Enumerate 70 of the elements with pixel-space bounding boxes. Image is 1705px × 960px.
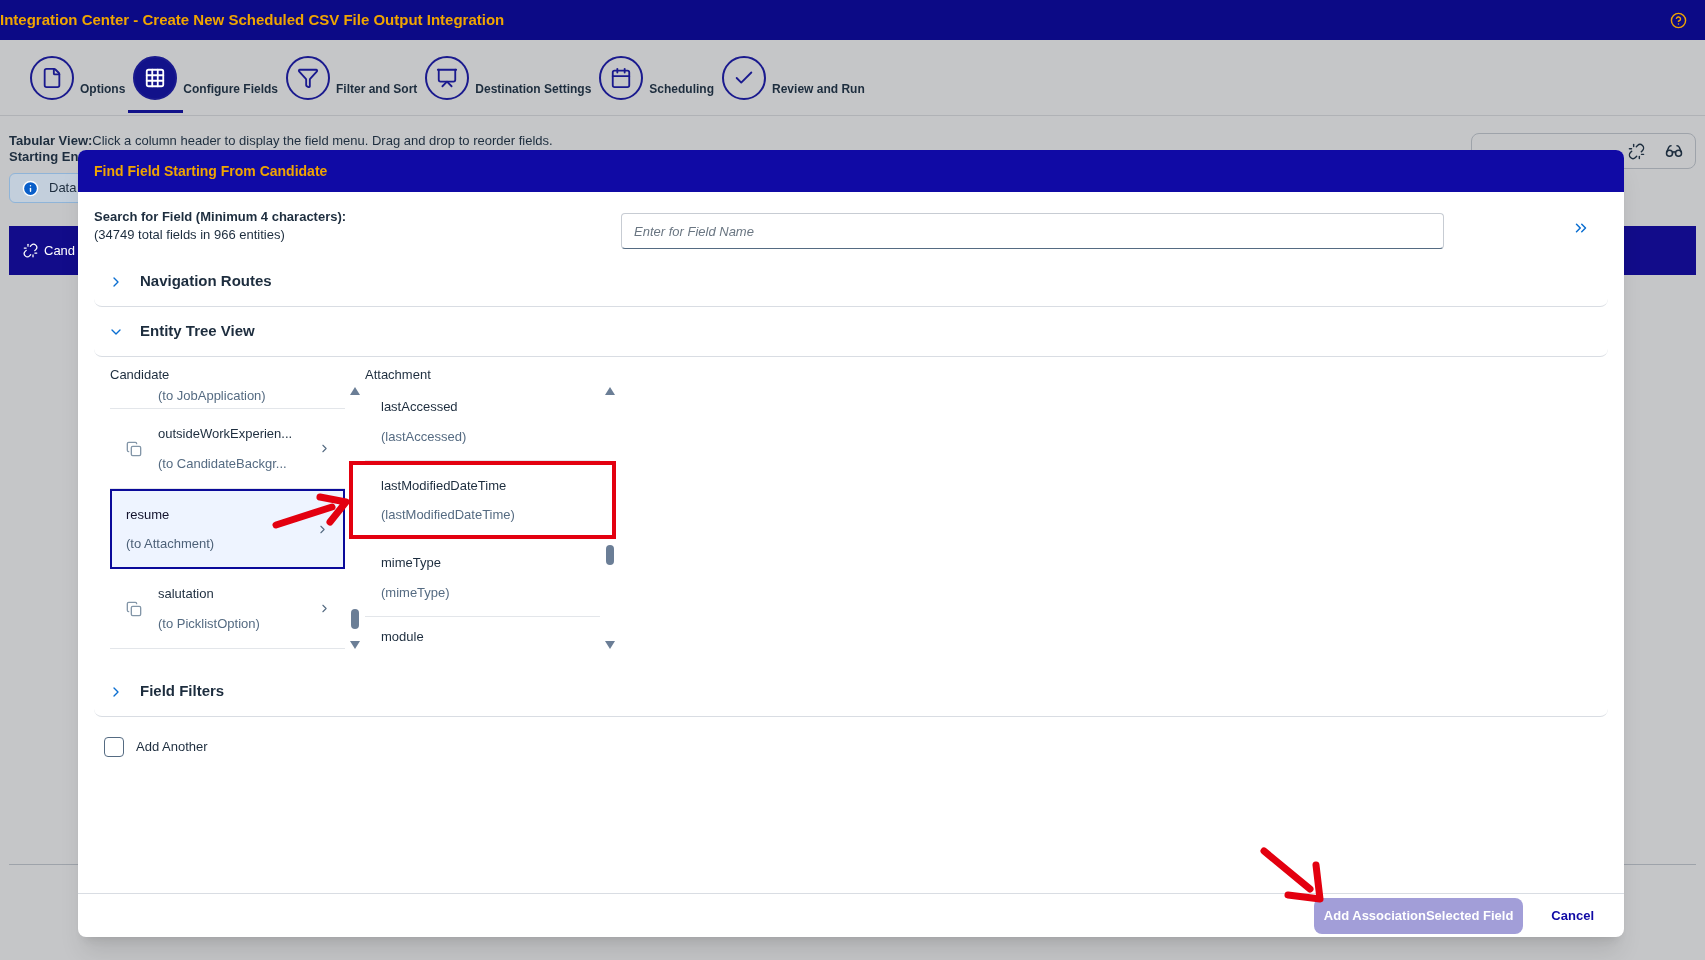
starting-entity-label: Starting En <box>9 149 80 165</box>
active-step-underline <box>127 109 183 113</box>
calendar-icon <box>610 66 633 89</box>
scroll-up-icon[interactable] <box>605 387 615 395</box>
field-id: (mimeType) <box>381 583 451 602</box>
glasses-icon[interactable] <box>1665 142 1683 160</box>
help-icon[interactable] <box>1670 11 1687 29</box>
view-hint: Tabular View:Click a column header to display the field menu. Drag and drop to reorder fields. <box>9 133 553 149</box>
step-label[interactable]: Scheduling <box>649 79 715 100</box>
step-label[interactable]: Destination Settings <box>475 79 592 100</box>
window-title: Integration Center - Create New Scheduled CSV File Output Integration <box>0 9 505 30</box>
field-name: lastAccessed <box>381 398 459 416</box>
association-target: (to Attachment) <box>126 535 216 553</box>
scroll-down-icon[interactable] <box>350 641 360 649</box>
step-button[interactable] <box>30 55 74 100</box>
cancel-link[interactable]: Cancel <box>1535 897 1610 934</box>
section-title: Navigation Routes <box>140 271 272 292</box>
association-item[interactable]: salutation (to PicklistOption) <box>110 569 345 649</box>
checkbox[interactable] <box>104 737 124 757</box>
column-header: Candidate <box>110 367 171 383</box>
search-label: Search for Field (Minimum 4 characters): <box>94 208 348 226</box>
column-header: Attachment <box>365 367 432 383</box>
field-item[interactable]: lastAccessed (lastAccessed) <box>365 383 600 461</box>
section-title: Field Filters <box>140 681 225 702</box>
unlink-icon[interactable] <box>1628 142 1645 160</box>
step-label[interactable]: Options <box>80 79 126 100</box>
step-label[interactable]: Review and Run <box>772 79 865 100</box>
field-id: (lastModifiedDateTime) <box>381 506 516 524</box>
grid-icon <box>144 66 167 89</box>
field-name: mimeType <box>381 554 442 572</box>
step-button[interactable] <box>286 55 330 100</box>
unlink-icon <box>23 243 38 258</box>
info-text: Data <box>49 179 77 198</box>
association-item[interactable]: resume (to Attachment) <box>110 489 345 569</box>
step-button[interactable] <box>425 55 470 100</box>
association-name: resume <box>126 505 171 524</box>
step-button[interactable] <box>722 55 767 100</box>
search-field[interactable]: Enter for Field Name <box>621 213 1444 249</box>
copy-icon <box>126 600 142 617</box>
association-name: salutation <box>158 585 215 603</box>
section-header[interactable]: Entity Tree View <box>94 307 1608 357</box>
entity-tab[interactable]: Cand <box>44 240 76 261</box>
scrollbar-thumb[interactable] <box>606 545 614 565</box>
field-name: lastModifiedDateTime <box>381 476 508 495</box>
section-title: Entity Tree View <box>140 321 255 342</box>
arrow-drawing <box>1258 845 1326 905</box>
association-target: (to CandidateBackgr... <box>158 454 288 473</box>
filter-icon <box>297 66 319 89</box>
copy-icon <box>126 440 142 457</box>
step-label[interactable]: Filter and Sort <box>336 79 418 100</box>
scroll-up-icon[interactable] <box>350 387 360 395</box>
association-target: (to PicklistOption) <box>158 614 261 633</box>
association-name: outsideWorkExperien... <box>158 425 294 443</box>
scrollbar-thumb[interactable] <box>351 609 359 629</box>
dialog-title: Find Field Starting From Candidate <box>94 161 328 181</box>
search-count: (34749 total fields in 966 entities) <box>94 226 286 244</box>
scroll-down-icon[interactable] <box>605 641 615 649</box>
field-item[interactable]: module <box>365 617 600 657</box>
step-button[interactable] <box>599 55 644 100</box>
info-icon <box>22 179 39 197</box>
field-name: module <box>381 628 425 647</box>
step-label[interactable]: Configure Fields <box>183 79 278 100</box>
file-icon <box>41 66 63 89</box>
checkbox-label: Add Another <box>136 738 208 757</box>
field-id: (lastAccessed) <box>381 427 468 446</box>
section-header[interactable]: Navigation Routes <box>94 257 1608 307</box>
association-target[interactable]: (to JobApplication) <box>158 388 266 403</box>
field-item[interactable]: lastModifiedDateTime (lastModifiedDateTime) <box>349 461 616 539</box>
field-item[interactable]: mimeType (mimeType) <box>365 539 600 617</box>
section-header[interactable]: Field Filters <box>94 667 1608 717</box>
